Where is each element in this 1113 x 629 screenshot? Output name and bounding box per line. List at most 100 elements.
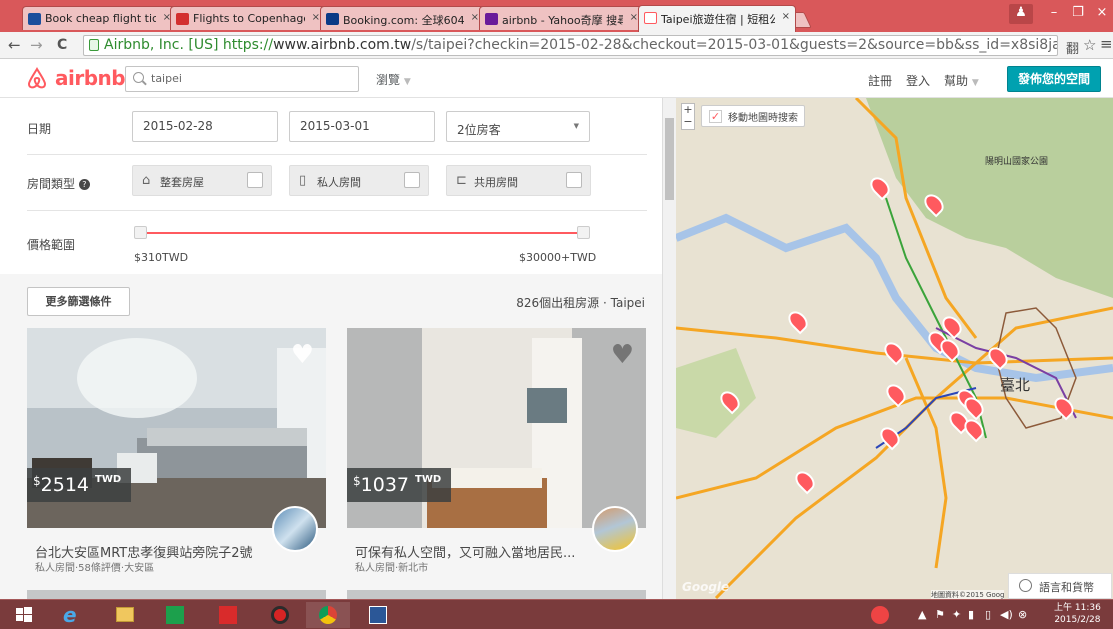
room-type-entire-home[interactable]: ⌂ 整套房屋 xyxy=(132,165,272,196)
listing-price-tag: $1037 TWD xyxy=(347,468,452,502)
signup-link[interactable]: 註冊 xyxy=(868,72,892,89)
room-type-shared-room[interactable]: ⊏ 共用房間 xyxy=(446,165,591,196)
browse-menu[interactable]: 瀏覽 ▼ xyxy=(376,71,411,88)
tab-close-icon[interactable]: × xyxy=(782,11,790,22)
globe-icon xyxy=(1019,579,1032,592)
windows-start-icon[interactable] xyxy=(2,602,46,628)
checkbox[interactable] xyxy=(404,172,420,188)
tab-favicon-icon xyxy=(28,13,41,25)
search-input[interactable]: taipei xyxy=(125,66,359,92)
file-explorer-icon[interactable] xyxy=(103,602,147,628)
chrome-icon[interactable] xyxy=(306,602,350,628)
browser-tab-active[interactable]: Taipei旅遊住宿 | 短租公寓 × xyxy=(638,5,796,32)
currency: $ xyxy=(353,474,361,488)
guests-select[interactable]: 2位房客 ▼ xyxy=(446,111,590,142)
menu-icon[interactable]: ≡ xyxy=(1100,35,1113,53)
listing-card[interactable]: ♥ $2514 TWD 台北大安區MRT忠孝復興站旁院子2號 私人房間·58條評… xyxy=(27,328,326,575)
checkmark-icon[interactable]: ✓ xyxy=(709,110,722,123)
zoom-out-button[interactable]: − xyxy=(682,116,694,128)
host-avatar[interactable] xyxy=(272,506,318,552)
price-unit: TWD xyxy=(415,474,442,485)
listing-price-tag: $2514 TWD xyxy=(27,468,132,502)
wishlist-heart-icon[interactable]: ♥ xyxy=(611,340,634,370)
price-slider-track[interactable] xyxy=(140,232,586,234)
couch-icon: ⊏ xyxy=(456,173,467,188)
checkout-input[interactable]: 2015-03-01 xyxy=(289,111,435,142)
room-type-private-room[interactable]: ▯ 私人房間 xyxy=(289,165,429,196)
network-icon[interactable]: ⚑ xyxy=(935,608,945,621)
help-icon[interactable]: ? xyxy=(78,179,90,190)
help-menu[interactable]: 幫助 ▼ xyxy=(944,72,979,89)
map-label-park: 陽明山國家公園 xyxy=(985,157,1049,167)
map-zoom-control[interactable]: + − xyxy=(681,103,695,130)
price-slider-max-handle[interactable] xyxy=(577,226,590,239)
language-currency-button[interactable]: 語言和貨幣 xyxy=(1008,573,1112,599)
address-bar[interactable]: Airbnb, Inc. [US] https://www.airbnb.com… xyxy=(83,35,1058,56)
tab-close-icon[interactable]: × xyxy=(471,12,479,23)
logo-wordmark[interactable]: airbnb xyxy=(55,66,126,90)
listing-subtitle: 私人房間·新北市 xyxy=(355,563,429,574)
back-icon[interactable]: ← xyxy=(8,36,21,54)
tab-favicon-icon xyxy=(176,13,189,25)
close-window-icon[interactable]: × xyxy=(1088,4,1113,24)
checkbox[interactable] xyxy=(566,172,582,188)
wishlist-heart-icon[interactable]: ♥ xyxy=(291,340,314,370)
media-player-icon[interactable] xyxy=(258,602,302,628)
tab-title: Taipei旅遊住宿 | 短租公寓 xyxy=(661,13,775,26)
store-icon[interactable] xyxy=(153,602,197,628)
checkin-input[interactable]: 2015-02-28 xyxy=(132,111,278,142)
room-type-label: 房間類型 ? xyxy=(27,175,90,192)
forward-icon[interactable]: → xyxy=(30,36,43,54)
acrobat-icon[interactable] xyxy=(206,602,250,628)
checkbox[interactable] xyxy=(247,172,263,188)
notification-icon[interactable]: ⊗ xyxy=(1018,608,1027,621)
tab-close-icon[interactable]: × xyxy=(312,12,320,23)
chevron-down-icon: ▼ xyxy=(971,78,979,88)
listing-card-partial[interactable] xyxy=(347,590,646,599)
map-view[interactable]: 陽明山國家公園 臺北 + − ✓ 移動地圖時搜索 Google 地圖資料©201… xyxy=(676,98,1113,599)
app-tray-icon[interactable] xyxy=(865,602,895,628)
price-min-value: $310TWD xyxy=(134,251,189,264)
star-icon[interactable]: ☆ xyxy=(1083,36,1096,54)
host-avatar[interactable] xyxy=(592,506,638,552)
listing-card[interactable]: ♥ $1037 TWD 可保有私人空間，又可融入當地居民... 私人房間·新北市 xyxy=(347,328,646,575)
browser-tab[interactable]: Booking.com: 全球604,9 × xyxy=(320,6,485,30)
user-icon[interactable]: ♟ xyxy=(1009,4,1033,24)
price: 1037 xyxy=(360,474,409,496)
login-link[interactable]: 登入 xyxy=(906,72,930,89)
scroll-thumb[interactable] xyxy=(665,118,674,200)
browser-tab[interactable]: Book cheap flight tickets × xyxy=(22,6,177,30)
internet-explorer-icon[interactable]: e xyxy=(50,602,94,628)
browser-tab[interactable]: Flights to Copenhagen fr × xyxy=(170,6,326,30)
google-logo: Google xyxy=(682,580,730,594)
tab-title: Book cheap flight tickets xyxy=(45,12,156,25)
map-label-city: 臺北 xyxy=(1000,376,1031,394)
reload-icon[interactable]: C xyxy=(57,36,67,54)
signal-icon[interactable]: ▮ xyxy=(968,608,974,621)
tray-app-icon[interactable]: ✦ xyxy=(952,608,961,621)
price-label: 價格範圍 xyxy=(27,238,76,252)
airbnb-logo-icon[interactable] xyxy=(25,67,49,91)
browse-label: 瀏覽 xyxy=(376,73,401,87)
word-icon[interactable] xyxy=(356,602,400,628)
more-filters-button[interactable]: 更多篩選條件 xyxy=(27,287,130,316)
browser-tab[interactable]: airbnb - Yahoo奇摩 搜尋 × xyxy=(479,6,644,30)
list-space-button[interactable]: 發佈您的空間 xyxy=(1007,66,1101,92)
battery-icon[interactable]: ▯ xyxy=(985,608,991,621)
tab-close-icon[interactable]: × xyxy=(630,12,638,23)
taskbar-clock[interactable]: 上午 11:36 2015/2/28 xyxy=(1054,602,1101,626)
move-map-search-toggle[interactable]: ✓ 移動地圖時搜索 xyxy=(701,105,805,127)
show-hidden-icons[interactable]: ▲ xyxy=(918,608,926,621)
translate-icon[interactable]: 翻 xyxy=(1066,38,1079,57)
url-path: /s/taipei?checkin=2015-02-28&checkout=20… xyxy=(411,37,1058,53)
listing-subtitle: 私人房間·58條評價·大安區 xyxy=(35,563,155,574)
price-slider-min-handle[interactable] xyxy=(134,226,147,239)
divider xyxy=(27,154,647,155)
browser-tab-strip: Book cheap flight tickets × Flights to C… xyxy=(0,0,1113,32)
results-scrollbar[interactable] xyxy=(662,98,676,599)
listing-card-partial[interactable] xyxy=(27,590,326,599)
cert-org: Airbnb, Inc. [US] xyxy=(104,37,219,53)
map-attribution[interactable]: 地圖資料©2015 Goog xyxy=(931,590,1005,599)
room-type-text: 共用房間 xyxy=(474,176,518,189)
volume-icon[interactable]: ◀) xyxy=(1000,608,1013,621)
